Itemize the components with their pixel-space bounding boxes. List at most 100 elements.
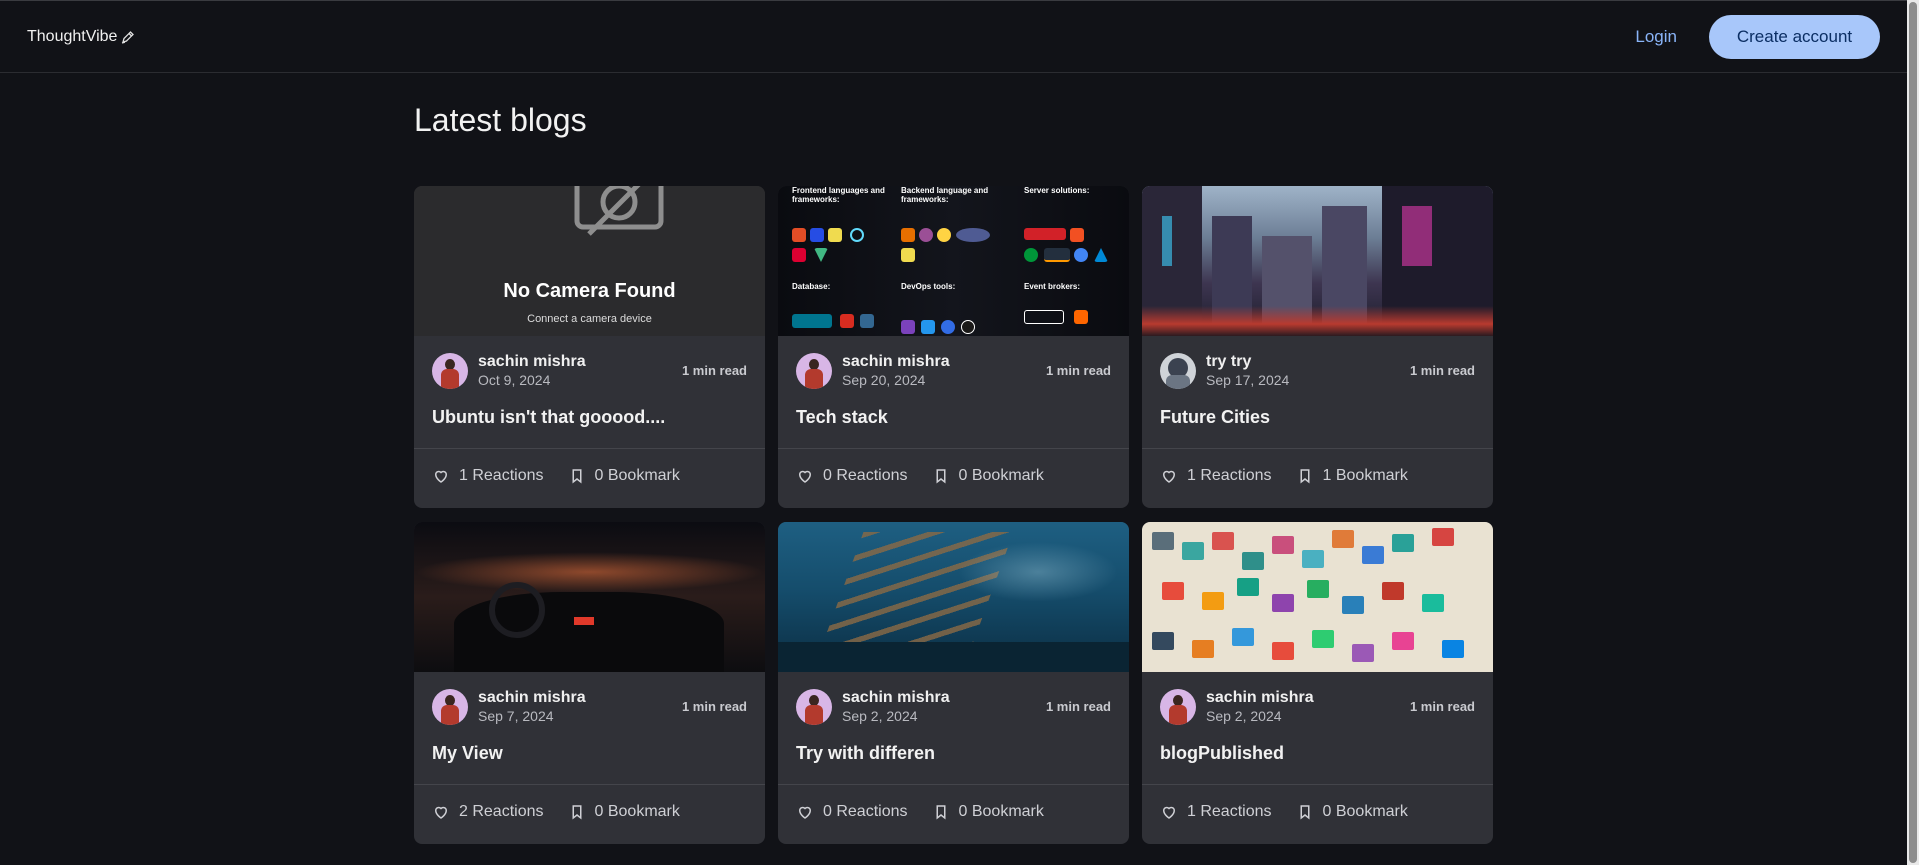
reactions-count: 0 Reactions xyxy=(823,467,908,484)
post-actions: 0 Reactions 0 Bookmark xyxy=(796,803,1044,821)
reactions-button[interactable]: 1 Reactions xyxy=(1160,803,1272,821)
avatar xyxy=(432,688,468,725)
mysql-logo xyxy=(792,314,832,328)
heart-icon xyxy=(1162,470,1176,483)
post-actions: 1 Reactions 0 Bookmark xyxy=(432,467,680,485)
author-name[interactable]: sachin mishra xyxy=(478,688,682,707)
bookmark-icon xyxy=(936,805,945,820)
reactions-button[interactable]: 0 Reactions xyxy=(796,467,908,485)
bookmark-count: 0 Bookmark xyxy=(958,467,1044,484)
heart-icon xyxy=(434,806,448,819)
tech-server-label: Server solutions: xyxy=(1024,186,1090,195)
bookmark-button[interactable]: 0 Bookmark xyxy=(568,803,680,821)
post-title[interactable]: Ubuntu isn't that gooood.... xyxy=(432,407,665,428)
heart-icon xyxy=(1162,806,1176,819)
post-meta: sachin mishra Oct 9, 2024 1 min read xyxy=(432,352,747,389)
reactions-button[interactable]: 2 Reactions xyxy=(432,803,544,821)
bookmark-count: 0 Bookmark xyxy=(958,803,1044,820)
post-date: Sep 2, 2024 xyxy=(842,708,918,724)
camera-off-icon xyxy=(574,186,664,236)
site-logo[interactable]: ThoughtVibe xyxy=(27,28,136,46)
bookmark-icon xyxy=(936,469,945,484)
blog-thumbnail: No Camera Found Connect a camera device xyxy=(414,186,765,336)
scrollbar-thumb[interactable] xyxy=(1909,2,1917,863)
post-title[interactable]: Try with differen xyxy=(796,743,935,764)
no-camera-subtitle: Connect a camera device xyxy=(527,313,652,325)
tech-devops-label: DevOps tools: xyxy=(901,282,956,291)
bookmark-button[interactable]: 0 Bookmark xyxy=(932,467,1044,485)
bookmark-button[interactable]: 0 Bookmark xyxy=(568,467,680,485)
post-meta: sachin mishra Sep 2, 2024 1 min read xyxy=(796,688,1111,725)
post-meta: sachin mishra Sep 20, 2024 1 min read xyxy=(796,352,1111,389)
post-title[interactable]: Future Cities xyxy=(1160,407,1270,428)
post-title[interactable]: My View xyxy=(432,743,503,764)
python-logo xyxy=(937,228,951,242)
author-name[interactable]: sachin mishra xyxy=(1206,688,1410,707)
reactions-button[interactable]: 1 Reactions xyxy=(432,467,544,485)
create-account-button[interactable]: Create account xyxy=(1709,14,1880,59)
divider xyxy=(414,448,765,449)
read-time: 1 min read xyxy=(1409,699,1475,714)
avatar xyxy=(796,352,832,389)
page-title: Latest blogs xyxy=(414,102,587,138)
page-scrollbar[interactable] xyxy=(1907,0,1919,865)
html5-logo xyxy=(792,228,806,242)
author-name[interactable]: sachin mishra xyxy=(478,352,682,371)
divider xyxy=(778,448,1129,449)
site-header: ThoughtVibe Login Create account xyxy=(0,1,1907,73)
post-title[interactable]: blogPublished xyxy=(1160,743,1284,764)
bookmark-button[interactable]: 0 Bookmark xyxy=(932,803,1044,821)
blog-card[interactable]: sachin mishra Sep 7, 2024 1 min read My … xyxy=(414,522,765,844)
blog-thumbnail xyxy=(414,522,765,672)
terraform-logo xyxy=(901,320,915,334)
reactions-button[interactable]: 0 Reactions xyxy=(796,803,908,821)
post-meta: try try Sep 17, 2024 1 min read xyxy=(1160,352,1475,389)
author-name[interactable]: try try xyxy=(1206,352,1410,371)
blog-card[interactable]: sachin mishra Sep 2, 2024 1 min read Try… xyxy=(778,522,1129,844)
read-time: 1 min read xyxy=(1409,363,1475,378)
tech-database-label: Database: xyxy=(792,282,831,291)
bookmark-icon xyxy=(572,805,581,820)
css3-logo xyxy=(810,228,824,242)
post-date: Sep 2, 2024 xyxy=(1206,708,1282,724)
bookmark-button[interactable]: 0 Bookmark xyxy=(1296,803,1408,821)
logo-text: ThoughtVibe xyxy=(27,27,118,45)
author-name[interactable]: sachin mishra xyxy=(842,352,1046,371)
reactions-button[interactable]: 1 Reactions xyxy=(1160,467,1272,485)
angular-logo xyxy=(792,248,806,262)
login-link[interactable]: Login xyxy=(1635,27,1677,47)
bookmark-icon xyxy=(1300,805,1309,820)
post-meta: sachin mishra Sep 7, 2024 1 min read xyxy=(432,688,747,725)
post-title[interactable]: Tech stack xyxy=(796,407,888,428)
read-time: 1 min read xyxy=(1045,363,1111,378)
vue-logo xyxy=(814,248,828,262)
bookmark-icon xyxy=(572,469,581,484)
docker-logo xyxy=(921,320,935,334)
post-date: Sep 7, 2024 xyxy=(478,708,554,724)
avatar xyxy=(796,688,832,725)
rabbitmq-logo xyxy=(1074,310,1088,324)
bookmark-button[interactable]: 1 Bookmark xyxy=(1296,467,1408,485)
kafka-logo xyxy=(1024,310,1064,324)
post-actions: 1 Reactions 1 Bookmark xyxy=(1160,467,1408,485)
aws-logo xyxy=(1044,248,1070,262)
avatar xyxy=(1160,352,1196,389)
java-logo xyxy=(901,228,915,242)
blog-card[interactable]: No Camera Found Connect a camera device … xyxy=(414,186,765,508)
author-name[interactable]: sachin mishra xyxy=(842,688,1046,707)
no-camera-title: No Camera Found xyxy=(503,280,676,302)
react-logo xyxy=(850,228,864,242)
blog-card[interactable]: Frontend languages and frameworks: Backe… xyxy=(778,186,1129,508)
blog-card[interactable]: sachin mishra Sep 2, 2024 1 min read blo… xyxy=(1142,522,1493,844)
post-date: Sep 17, 2024 xyxy=(1206,372,1290,388)
read-time: 1 min read xyxy=(1045,699,1111,714)
post-meta: sachin mishra Sep 2, 2024 1 min read xyxy=(1160,688,1475,725)
read-time: 1 min read xyxy=(681,363,747,378)
csharp-logo xyxy=(919,228,933,242)
blog-thumbnail xyxy=(778,522,1129,672)
bookmark-count: 1 Bookmark xyxy=(1322,467,1408,484)
blog-card[interactable]: try try Sep 17, 2024 1 min read Future C… xyxy=(1142,186,1493,508)
redis-logo xyxy=(840,314,854,328)
tech-brokers-label: Event brokers: xyxy=(1024,282,1081,291)
post-actions: 0 Reactions 0 Bookmark xyxy=(796,467,1044,485)
